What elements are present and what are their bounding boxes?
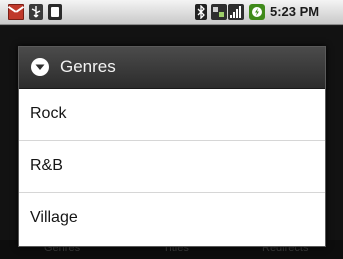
usb-icon	[29, 4, 43, 20]
status-time: 5:23 PM	[270, 4, 320, 19]
list-item-label: R&B	[30, 157, 63, 174]
genres-dialog: Genres Rock R&B Village	[18, 46, 326, 247]
bluetooth-icon	[195, 4, 207, 20]
dialog-header: Genres	[19, 47, 325, 89]
dropdown-circle-icon	[30, 57, 50, 77]
dialog-title: Genres	[60, 57, 116, 76]
status-bar: 5:23 PM	[0, 0, 343, 25]
network-icon	[211, 4, 227, 20]
list-item-village[interactable]: Village	[19, 193, 325, 246]
list-item-label: Village	[30, 209, 78, 226]
signal-icon	[228, 4, 244, 20]
list-item-rnb[interactable]: R&B	[19, 141, 325, 193]
gmail-icon	[8, 4, 24, 20]
battery-icon	[249, 4, 265, 20]
sd-card-icon	[48, 4, 62, 20]
list-item-rock[interactable]: Rock	[19, 89, 325, 141]
list-item-label: Rock	[30, 105, 67, 122]
